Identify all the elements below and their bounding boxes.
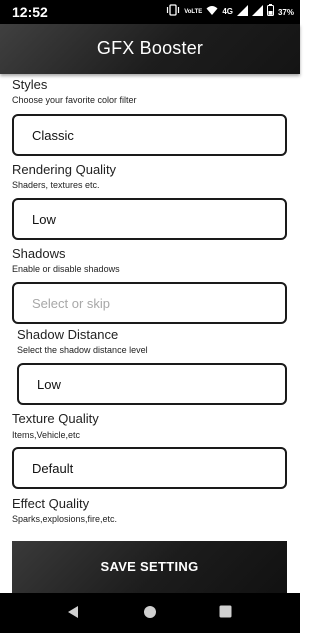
styles-subtitle: Choose your favorite color filter: [12, 95, 137, 105]
signal-icon: [236, 3, 248, 21]
shadow-distance-heading: Shadow Distance: [17, 327, 119, 342]
home-icon[interactable]: [143, 605, 157, 624]
app-bar: GFX Booster: [0, 24, 300, 74]
shadows-heading: Shadows: [12, 246, 66, 261]
texture-quality-subtitle: Items,Vehicle,etc: [12, 430, 81, 440]
styles-value: Classic: [32, 128, 74, 143]
battery-icon: [266, 3, 274, 21]
hd-icon: VoLTE: [184, 9, 203, 15]
texture-quality-value: Default: [32, 461, 74, 476]
rendering-quality-value: Low: [32, 212, 56, 227]
wifi-icon: [206, 3, 218, 21]
signal-icon-2: [251, 3, 263, 21]
rendering-quality-heading: Rendering Quality: [12, 162, 117, 177]
app-title: GFX Booster: [96, 38, 204, 58]
effect-quality-subtitle: Sparks,explosions,fire,etc.: [12, 514, 118, 524]
shadow-distance-dropdown[interactable]: Low: [17, 363, 287, 405]
styles-heading: Styles: [12, 77, 48, 92]
save-setting-button[interactable]: SAVE SETTING: [12, 541, 287, 593]
status-bar: 12:52 VoLTE 4G 37%: [0, 0, 300, 24]
shadow-distance-value: Low: [37, 377, 61, 392]
status-icons: VoLTE 4G 37%: [166, 4, 294, 20]
shadows-subtitle: Enable or disable shadows: [12, 264, 120, 274]
rendering-quality-subtitle: Shaders, textures etc.: [12, 180, 100, 190]
back-icon[interactable]: [67, 605, 79, 624]
texture-quality-heading: Texture Quality: [12, 411, 99, 426]
nav-bar: [0, 593, 300, 633]
shadows-dropdown[interactable]: Select or skip: [12, 282, 287, 324]
vibrate-icon: [166, 3, 180, 21]
texture-quality-dropdown[interactable]: Default: [12, 447, 287, 489]
battery-percent: 37%: [277, 7, 294, 17]
network-label: 4G: [222, 7, 233, 16]
shadow-distance-subtitle: Select the shadow distance level: [17, 345, 148, 355]
rendering-quality-dropdown[interactable]: Low: [12, 198, 287, 240]
recents-icon[interactable]: [219, 605, 232, 623]
styles-dropdown[interactable]: Classic: [12, 114, 287, 156]
status-time: 12:52: [12, 4, 48, 20]
shadows-placeholder: Select or skip: [32, 296, 111, 311]
effect-quality-heading: Effect Quality: [12, 496, 90, 511]
